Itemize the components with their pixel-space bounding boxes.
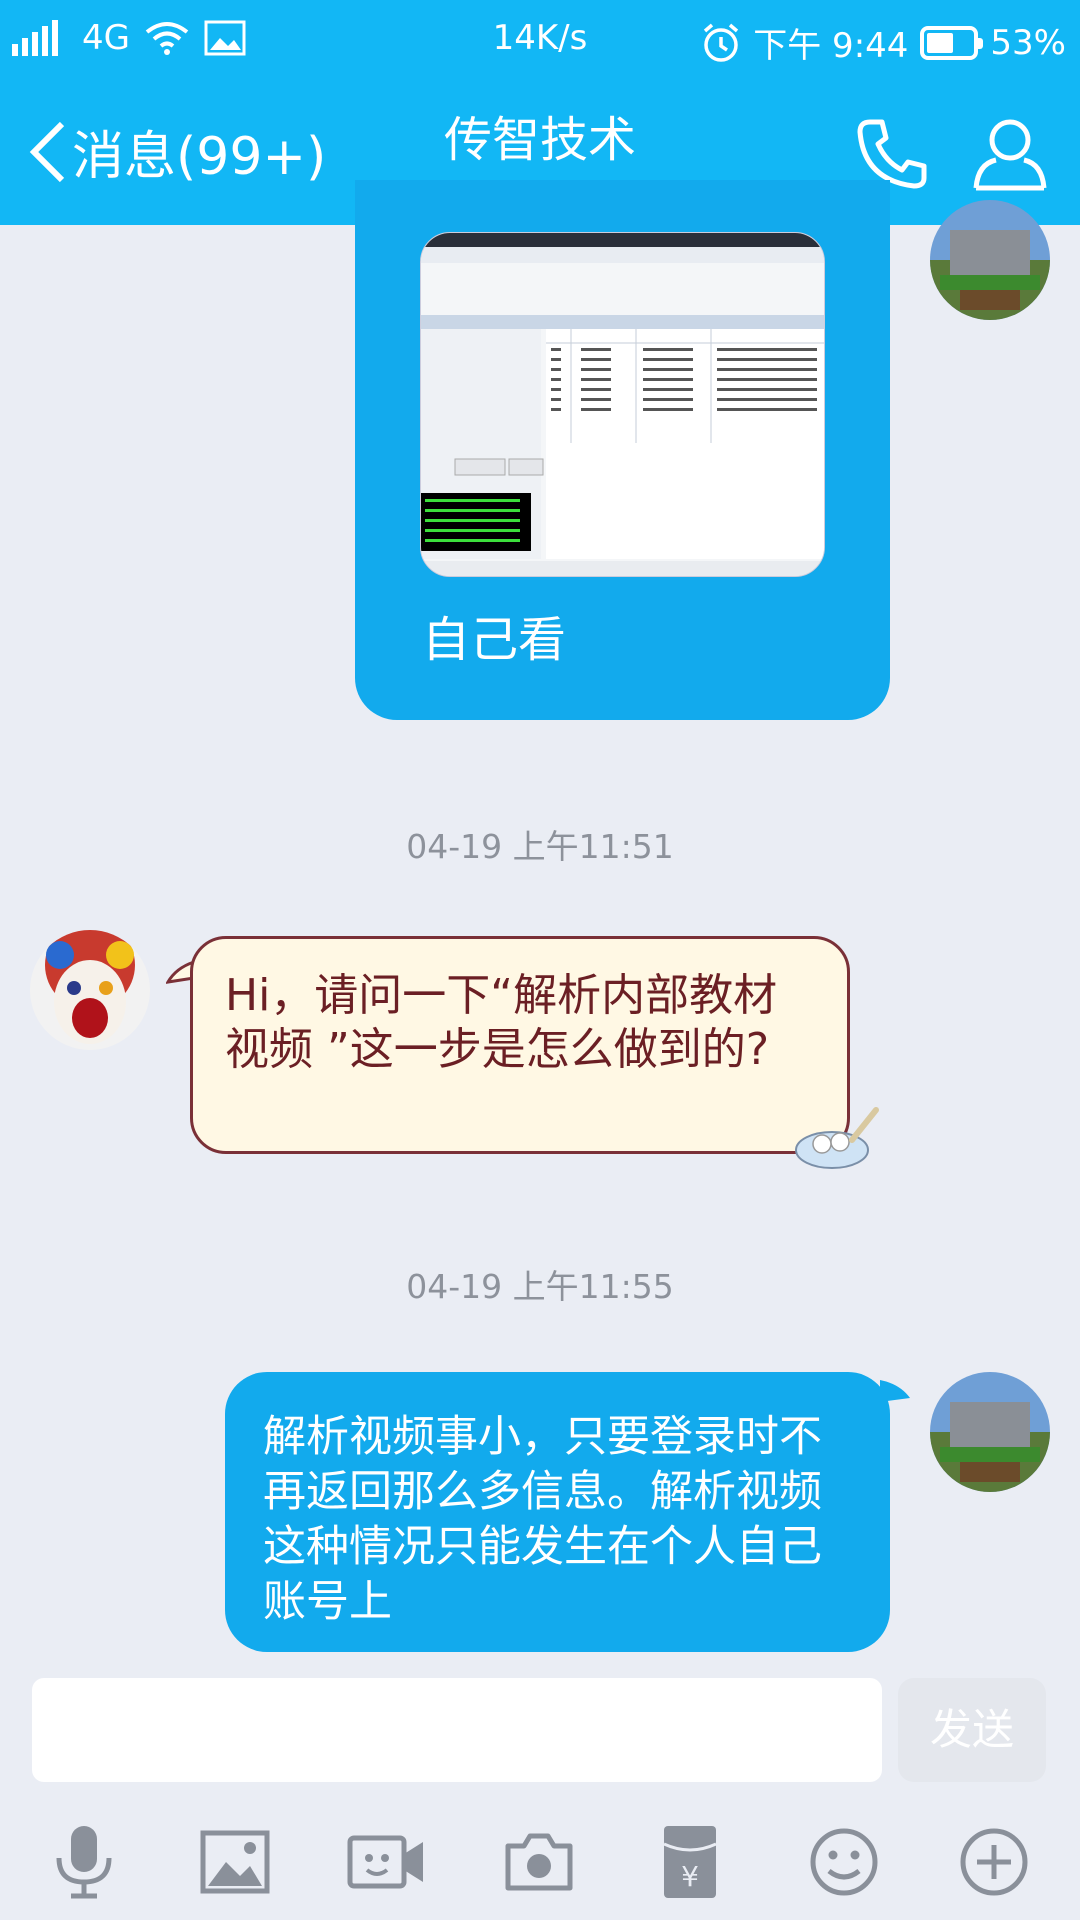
timestamp: 04-19 上午11:55 bbox=[406, 1267, 674, 1306]
person-icon bbox=[973, 119, 1047, 191]
battery-percent: 53% bbox=[990, 22, 1066, 63]
image-button[interactable] bbox=[193, 1820, 277, 1904]
timestamp: 04-19 上午11:51 bbox=[406, 827, 674, 866]
contact-avatar[interactable] bbox=[30, 930, 150, 1050]
screenshot-content bbox=[421, 233, 824, 576]
bubble-tail bbox=[880, 1380, 910, 1402]
emoji-button[interactable] bbox=[802, 1820, 886, 1904]
send-button[interactable]: 发送 bbox=[898, 1678, 1046, 1782]
emoji-icon bbox=[810, 1828, 878, 1896]
image-caption: 自己看 bbox=[422, 612, 567, 668]
image-icon bbox=[200, 1830, 270, 1894]
my-avatar[interactable] bbox=[930, 1372, 1050, 1492]
clock: 下午 9:44 bbox=[753, 26, 909, 66]
battery-icon bbox=[920, 25, 984, 60]
status-bar: 4G 14K/s 下午 9:44 53% bbox=[0, 0, 1080, 80]
red-packet-icon: ¥ bbox=[663, 1826, 717, 1898]
incoming-message-bubble[interactable]: Hi，请问一下“解析内部教材视频 ”这一步是怎么做到的? bbox=[190, 936, 850, 1154]
camera-icon bbox=[505, 1833, 573, 1891]
svg-text:¥: ¥ bbox=[681, 1860, 699, 1893]
message-input[interactable] bbox=[32, 1678, 882, 1782]
alarm-icon bbox=[704, 23, 739, 62]
voice-button[interactable] bbox=[42, 1820, 126, 1904]
red-packet-button[interactable]: ¥ bbox=[648, 1820, 732, 1904]
incoming-message-text: Hi，请问一下“解析内部教材视频 ”这一步是怎么做到的? bbox=[225, 970, 778, 1075]
video-icon bbox=[347, 1835, 423, 1889]
outgoing-message-text: 解析视频事小，只要登录时不再返回那么多信息。解析视频这种情况只能发生在个人自己账… bbox=[263, 1412, 822, 1627]
my-avatar-top[interactable] bbox=[930, 200, 1050, 320]
bubble-sticker-icon bbox=[795, 1107, 879, 1169]
outgoing-message-bubble[interactable]: 解析视频事小，只要登录时不再返回那么多信息。解析视频这种情况只能发生在个人自己账… bbox=[225, 1372, 890, 1652]
mic-icon bbox=[56, 1826, 112, 1899]
video-call-button[interactable] bbox=[345, 1820, 429, 1904]
camera-button[interactable] bbox=[497, 1820, 581, 1904]
plus-icon bbox=[960, 1828, 1028, 1896]
profile-button[interactable] bbox=[970, 114, 1050, 198]
shared-screenshot-image[interactable] bbox=[420, 232, 825, 577]
avatar-image bbox=[30, 930, 150, 1050]
input-toolbar: ¥ bbox=[0, 1800, 1080, 1920]
more-button[interactable] bbox=[952, 1820, 1036, 1904]
avatar-image bbox=[930, 200, 1050, 320]
avatar-image bbox=[930, 1372, 1050, 1492]
